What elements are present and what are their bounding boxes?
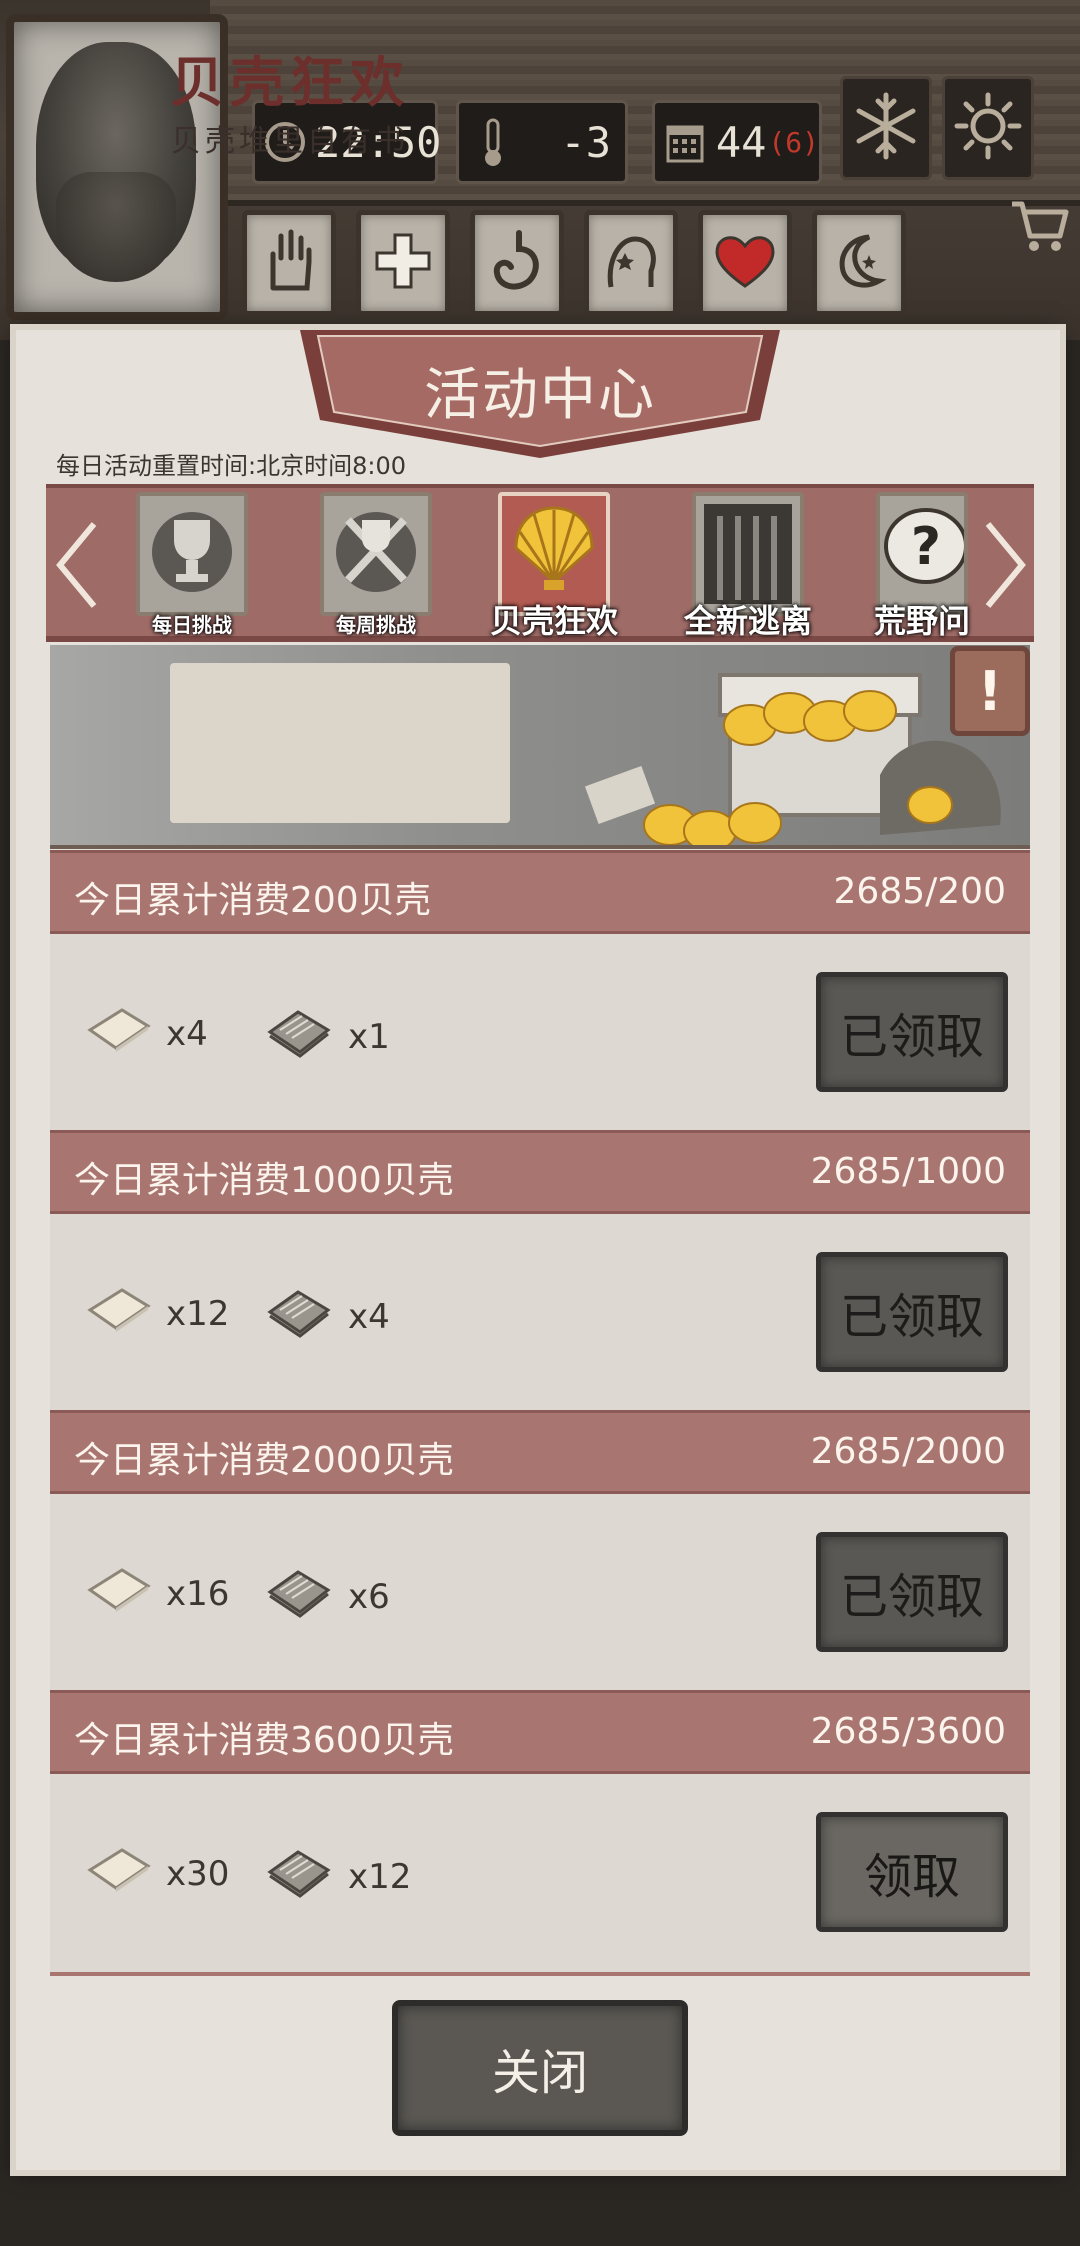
reward-item-paper: x16 xyxy=(86,1564,229,1623)
portrait-beard xyxy=(56,172,176,282)
panel-title: 活动中心 xyxy=(424,363,656,428)
claim-button[interactable]: 已领取 xyxy=(816,972,1008,1092)
close-button[interactable]: 关闭 xyxy=(392,2000,688,2136)
reward-count: x4 xyxy=(166,1013,208,1054)
reward-count: x16 xyxy=(166,1573,230,1614)
book-icon xyxy=(264,1844,334,1909)
reward-row-header: 今日累计消费1000贝壳 2685/1000 xyxy=(50,1130,1030,1214)
mind-icon xyxy=(601,231,661,295)
reward-count: x30 xyxy=(166,1853,230,1894)
mind-status-button[interactable] xyxy=(584,210,678,316)
hand-icon xyxy=(261,228,317,298)
moon-icon xyxy=(829,231,889,295)
crossed-weapons-icon xyxy=(320,492,432,616)
reward-row: x30 x12 领取 xyxy=(50,1774,1030,1972)
day-value: 44 xyxy=(715,117,767,167)
reward-item-book: x12 xyxy=(264,1844,411,1909)
svg-text:?: ? xyxy=(911,517,941,577)
book-icon xyxy=(264,1564,334,1629)
paper-icon xyxy=(86,1004,152,1063)
claim-button[interactable]: 已领取 xyxy=(816,1532,1008,1652)
tab-wilderness-question[interactable]: ? 荒野问 xyxy=(874,492,970,640)
tab-label: 每日挑战 xyxy=(152,613,232,637)
hunger-status-button[interactable] xyxy=(470,210,564,316)
chevron-left-icon xyxy=(54,520,98,614)
weather-slot-2[interactable] xyxy=(942,76,1034,180)
tab-label: 每周挑战 xyxy=(336,613,416,637)
event-info-button[interactable]: ! xyxy=(950,646,1030,736)
weather-slot-1[interactable] xyxy=(840,76,932,180)
event-banner xyxy=(50,645,1030,849)
hand-status-button[interactable] xyxy=(242,210,336,316)
heart-icon xyxy=(712,232,778,294)
banner-subtitle: 贝壳堆里自有书 xyxy=(171,124,409,159)
heart-status-button[interactable] xyxy=(698,210,792,316)
reward-item-paper: x12 xyxy=(86,1284,229,1343)
book-icon xyxy=(264,1004,334,1069)
tab-label: 荒野问 xyxy=(873,602,970,640)
reward-row-header: 今日累计消费3600贝壳 2685/3600 xyxy=(50,1690,1030,1774)
reward-count: x4 xyxy=(348,1296,390,1337)
tab-scroll-right[interactable] xyxy=(976,508,1036,626)
health-status-button[interactable] xyxy=(356,210,450,316)
reward-row: x12 x4 已领取 xyxy=(50,1214,1030,1412)
calendar-icon xyxy=(663,116,708,168)
claim-button[interactable]: 领取 xyxy=(816,1812,1008,1932)
reward-requirement: 今日累计消费3600贝壳 xyxy=(74,1720,454,1761)
reward-requirement: 今日累计消费1000贝壳 xyxy=(74,1160,454,1201)
day-sub-value: (6) xyxy=(768,125,819,159)
reward-row: x16 x6 已领取 xyxy=(50,1494,1030,1692)
claim-button[interactable]: 已领取 xyxy=(816,1252,1008,1372)
thermometer-icon xyxy=(467,116,519,168)
tab-weekly-challenge[interactable]: 每周挑战 xyxy=(320,492,432,637)
banner-title: 贝壳狂欢 xyxy=(170,50,410,114)
sleep-status-button[interactable] xyxy=(812,210,906,316)
temperature-value: -3 xyxy=(560,117,611,167)
list-bottom-edge xyxy=(50,1972,1030,1976)
chevron-right-icon xyxy=(984,520,1028,614)
reward-requirement: 今日累计消费200贝壳 xyxy=(74,880,431,921)
stomach-icon xyxy=(489,229,545,297)
reward-progress: 2685/200 xyxy=(833,871,1006,912)
tab-label: 贝壳狂欢 xyxy=(489,602,618,640)
paper-icon xyxy=(86,1844,152,1903)
banner-sign xyxy=(170,663,510,823)
snowflake-icon xyxy=(851,91,921,165)
reward-row: x4 x1 已领取 xyxy=(50,934,1030,1132)
tab-label: 全新逃离 xyxy=(683,602,812,640)
reward-row-header: 今日累计消费2000贝壳 2685/2000 xyxy=(50,1410,1030,1494)
reward-item-book: x4 xyxy=(264,1284,390,1349)
health-cross-icon xyxy=(373,231,433,295)
reward-item-paper: x4 xyxy=(86,1004,208,1063)
reward-progress: 2685/2000 xyxy=(810,1431,1006,1472)
day-counter: 44 (6) xyxy=(652,100,822,184)
paper-icon xyxy=(86,1564,152,1623)
book-icon xyxy=(264,1284,334,1349)
reward-count: x12 xyxy=(348,1856,412,1897)
reward-item-book: x1 xyxy=(264,1004,390,1069)
reward-count: x12 xyxy=(166,1293,230,1334)
reward-row-header: 今日累计消费200贝壳 2685/200 xyxy=(50,850,1030,934)
tab-new-escape[interactable]: 全新逃离 xyxy=(684,492,812,640)
shop-cart-icon[interactable] xyxy=(1008,196,1072,256)
trophy-icon xyxy=(136,492,248,616)
tab-shell-carnival[interactable]: 贝壳狂欢 xyxy=(490,492,618,640)
reward-count: x1 xyxy=(348,1016,390,1057)
tab-scroll-left[interactable] xyxy=(46,508,106,626)
paper-icon xyxy=(86,1284,152,1343)
reward-item-paper: x30 xyxy=(86,1844,229,1903)
reward-progress: 2685/3600 xyxy=(810,1711,1006,1752)
sun-icon xyxy=(953,91,1023,165)
reward-count: x6 xyxy=(348,1576,390,1617)
temperature-display: -3 xyxy=(456,100,628,184)
reward-item-book: x6 xyxy=(264,1564,390,1629)
reward-requirement: 今日累计消费2000贝壳 xyxy=(74,1440,454,1481)
reset-time-note: 每日活动重置时间:北京时间8:00 xyxy=(56,452,406,480)
reward-progress: 2685/1000 xyxy=(810,1151,1006,1192)
tab-daily-challenge[interactable]: 每日挑战 xyxy=(136,492,248,637)
